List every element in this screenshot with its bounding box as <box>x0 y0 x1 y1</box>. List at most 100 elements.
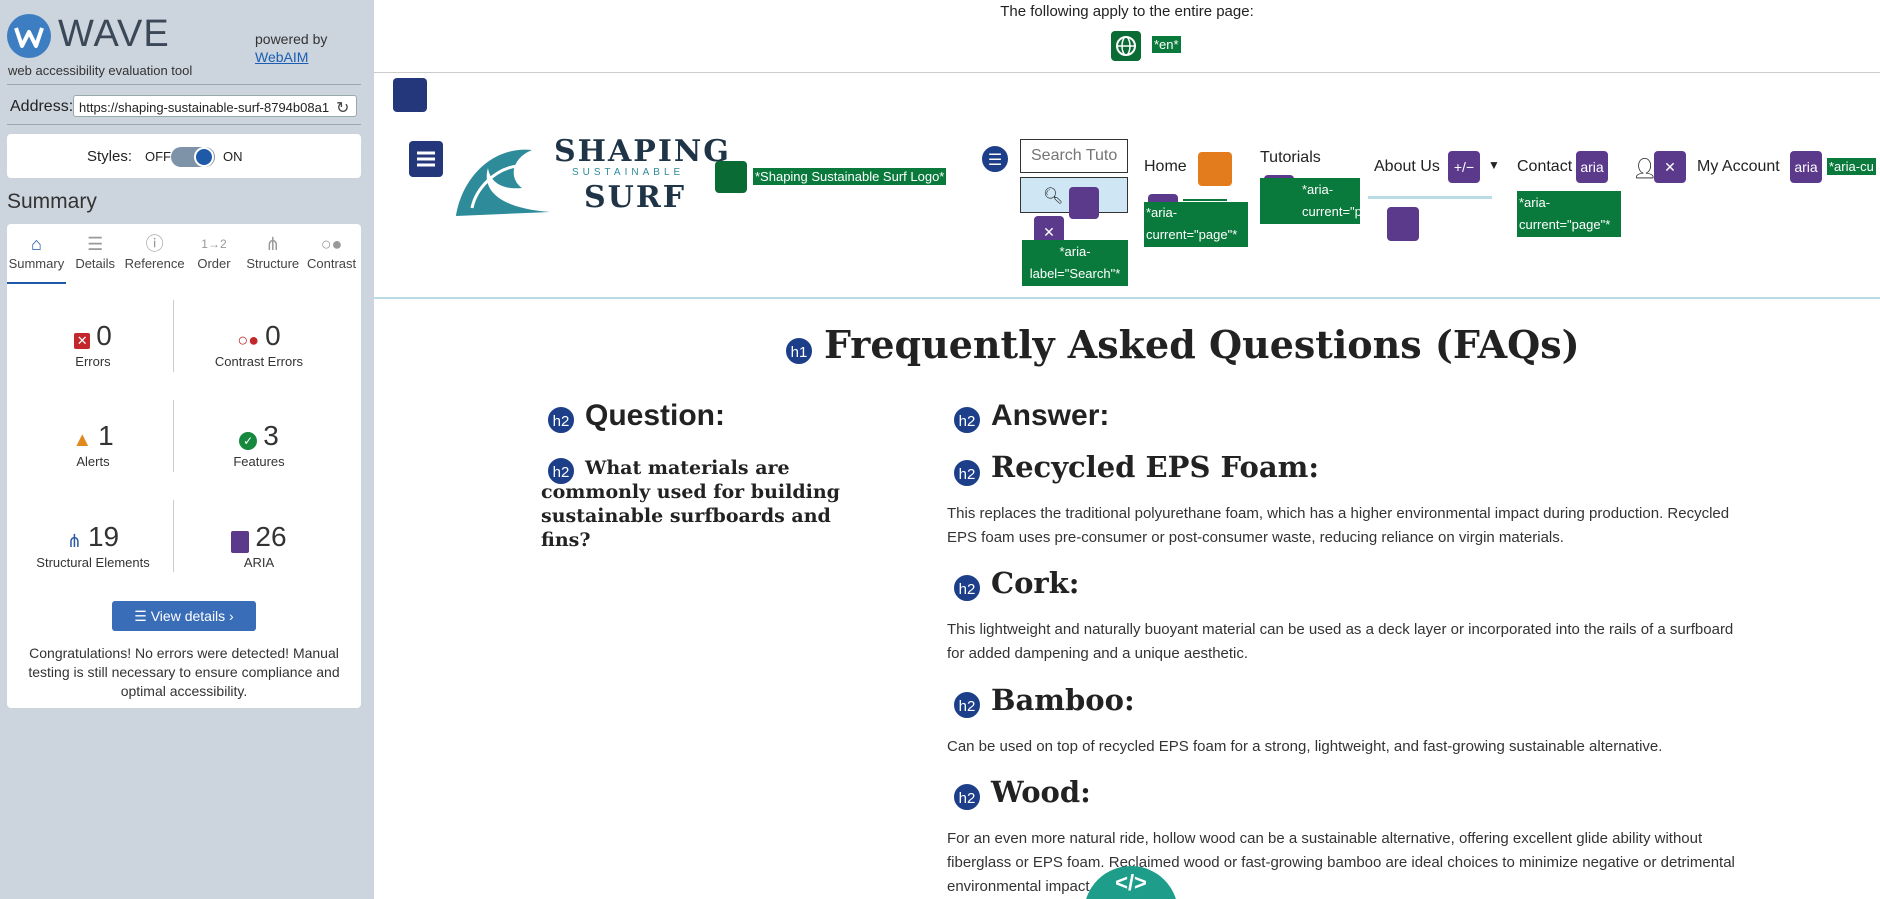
wave-logo-text: WAVE <box>58 13 170 55</box>
reload-icon[interactable]: ↻ <box>336 98 349 118</box>
congrats-message: Congratulations! No errors were detected… <box>28 645 340 699</box>
aria-badge-icon[interactable]: aria <box>1576 151 1608 183</box>
order-icon: 1→2 <box>201 237 227 251</box>
list-icon[interactable]: ☰ <box>980 144 1010 174</box>
structural-count: 19 <box>87 521 120 552</box>
h2-badge-label: h2 <box>958 790 976 807</box>
list-icon: ☰ <box>87 234 104 254</box>
active-underline <box>1368 196 1492 199</box>
tab-order[interactable]: 1→2 Order <box>185 232 244 284</box>
alerts-count: 1 <box>98 420 114 451</box>
tab-structure[interactable]: ⋔ Structure <box>243 232 302 284</box>
answer-text-cork: This lightweight and naturally buoyant m… <box>947 621 1734 662</box>
h2-badge-label: h2 <box>958 698 976 715</box>
contrast-error-icon: ○● <box>237 330 260 351</box>
tab-label: Reference <box>124 256 185 271</box>
aria-badge-label: aria <box>1794 159 1818 175</box>
structure-icon: ⋔ <box>66 531 82 552</box>
stat-aria[interactable]: 26 ARIA <box>179 521 339 570</box>
h2-badge[interactable]: h2 <box>952 405 982 435</box>
tab-contrast[interactable]: ○● Contrast <box>302 232 361 284</box>
chevron-down-icon[interactable]: ▼ <box>1488 158 1500 172</box>
touch-icon[interactable] <box>1387 207 1419 241</box>
search-icon: 🔍︎ <box>1043 188 1064 205</box>
h1-badge-label: h1 <box>790 344 808 361</box>
answer-text-wood: For an even more natural ride, hollow wo… <box>947 830 1735 895</box>
tag-icon[interactable] <box>1069 187 1099 219</box>
tab-reference[interactable]: ⓘ Reference <box>125 232 185 284</box>
features-label: Features <box>233 454 285 469</box>
page-title: Frequently Asked Questions (FAQs) <box>824 322 1580 367</box>
aria-current-tutorials-tag: *aria-current="page"* <box>1260 178 1393 224</box>
webaim-link[interactable]: WebAIM <box>255 48 327 66</box>
h2-badge[interactable]: h2 <box>952 458 982 488</box>
error-icon: ✕ <box>74 332 91 349</box>
info-icon: ⓘ <box>145 234 164 254</box>
alert-icon: ▲ <box>72 429 93 452</box>
errors-count: 0 <box>96 320 112 351</box>
tab-label: Structure <box>246 256 300 271</box>
evaluated-page: The following apply to the entire page: … <box>374 0 1880 899</box>
divider <box>173 500 174 572</box>
nav-contact[interactable]: Contact <box>1517 158 1572 176</box>
styles-toggle[interactable] <box>171 147 215 167</box>
contrast-icon: ○● <box>320 234 343 254</box>
tab-summary[interactable]: ⌂ Summary <box>7 232 66 284</box>
h2-badge-label: h2 <box>552 413 570 430</box>
features-count: 3 <box>263 420 279 451</box>
nav-region-icon[interactable] <box>409 141 443 177</box>
page-wide-heading: The following apply to the entire page: <box>1000 3 1254 20</box>
structural-label: Structural Elements <box>36 555 150 570</box>
view-details-button[interactable]: ☰ View details › <box>112 601 256 631</box>
language-globe-icon[interactable] <box>1111 31 1141 61</box>
styles-label: Styles: <box>87 148 133 165</box>
page-wide-bar: The following apply to the entire page: … <box>374 0 1880 73</box>
header-region-icon[interactable] <box>393 78 427 112</box>
brand-line2: SUSTAINABLE <box>572 167 685 178</box>
stat-features[interactable]: ✓ 3 Features <box>179 420 339 469</box>
aria-current-contact-tag: *aria-current="page"* <box>1517 191 1621 237</box>
answer-text-eps: This replaces the traditional polyuretha… <box>947 505 1730 546</box>
code-toggle-label: </> <box>1115 870 1147 895</box>
toggle-badge-label: +/− <box>1453 159 1475 175</box>
brand-line3: SURF <box>584 180 687 215</box>
aria-badge-icon[interactable]: aria <box>1790 151 1822 183</box>
aria-badge-label: aria <box>1580 159 1604 175</box>
panel-tabs: ⌂ Summary ☰ Details ⓘ Reference 1→2 Orde… <box>7 232 361 284</box>
stat-contrast-errors[interactable]: ○● 0 Contrast Errors <box>179 320 339 369</box>
styles-on-label: ON <box>223 149 243 164</box>
linked-image-icon[interactable] <box>715 161 747 193</box>
nav-about[interactable]: About Us <box>1374 158 1440 176</box>
stat-structural[interactable]: ⋔ 19 Structural Elements <box>13 521 173 570</box>
nav-tutorials[interactable]: Tutorials <box>1260 149 1321 167</box>
tab-label: Contrast <box>307 256 357 271</box>
lang-tag: *en* <box>1152 36 1181 53</box>
h2-badge[interactable]: h2 <box>546 405 576 435</box>
aria-current-tag-1 <box>1183 199 1227 201</box>
h2-badge[interactable]: h2 <box>952 573 982 603</box>
list-icon: ☰ <box>134 608 151 624</box>
expand-toggle-icon[interactable]: +/− <box>1448 151 1480 183</box>
close-icon[interactable]: ✕ <box>1654 151 1686 183</box>
stat-errors[interactable]: ✕ 0 Errors <box>13 320 173 369</box>
answer-heading-wood: Wood: <box>991 775 1091 809</box>
home-icon: ⌂ <box>30 234 42 254</box>
answer-heading-cork: Cork: <box>991 566 1080 600</box>
h2-badge-label: h2 <box>958 413 976 430</box>
aria-current-home-tag: *aria-current="page"* <box>1144 202 1248 247</box>
tab-details[interactable]: ☰ Details <box>66 232 125 284</box>
wave-subtitle: web accessibility evaluation tool <box>8 63 193 78</box>
alert-icon[interactable] <box>1198 152 1232 186</box>
styles-off-label: OFF <box>145 149 171 164</box>
h2-badge[interactable]: h2 <box>952 690 982 720</box>
search-input[interactable] <box>1020 139 1128 173</box>
h2-badge-label: h2 <box>958 581 976 598</box>
stat-alerts[interactable]: ▲ 1 Alerts <box>13 420 173 469</box>
address-input[interactable] <box>73 95 357 117</box>
aria-label: ARIA <box>243 555 275 570</box>
nav-account[interactable]: My Account <box>1697 158 1780 176</box>
nav-home[interactable]: Home <box>1144 158 1187 176</box>
answer-text-bamboo: Can be used on top of recycled EPS foam … <box>947 738 1663 755</box>
h2-badge[interactable]: h2 <box>952 782 982 812</box>
h1-badge[interactable]: h1 <box>784 336 814 366</box>
